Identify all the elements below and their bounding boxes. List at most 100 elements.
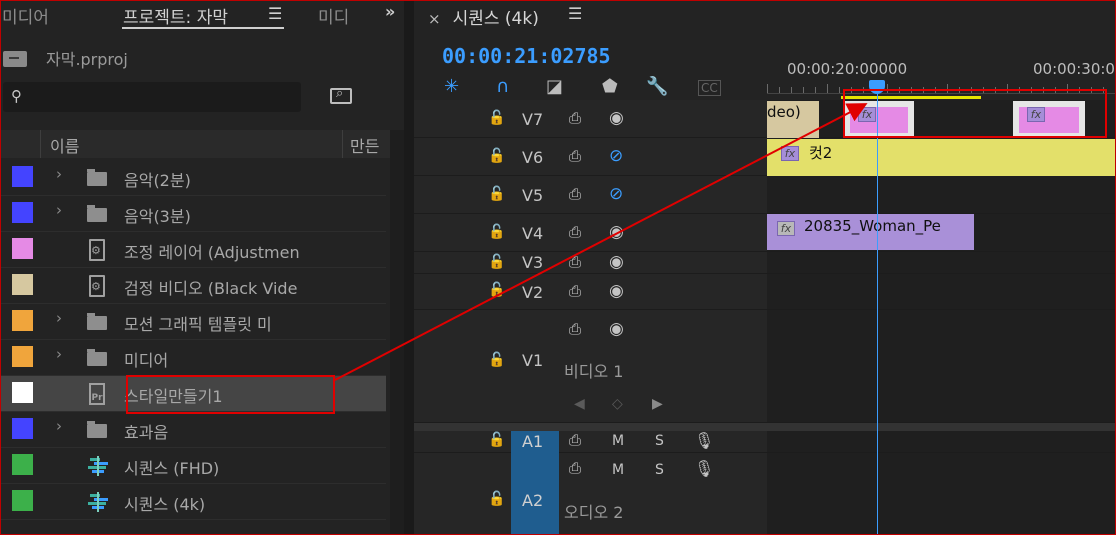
track-area-v1[interactable] [767, 310, 1116, 423]
track-area-v2[interactable] [767, 274, 1116, 310]
lock-icon[interactable]: 🔓 [488, 432, 505, 448]
solo-button[interactable]: S [655, 433, 664, 449]
add-keyframe-icon[interactable]: ◇ [612, 396, 623, 412]
eye-icon[interactable]: ◉ [609, 281, 624, 301]
linked-selection-icon[interactable]: ◪ [546, 76, 563, 97]
clip-black-video[interactable]: deo) [767, 101, 819, 139]
film-icon[interactable]: ⎙ [569, 253, 581, 271]
film-icon[interactable]: ⎙ [569, 282, 581, 300]
column-divider[interactable] [342, 130, 343, 158]
film-icon[interactable]: ⎙ [569, 109, 581, 127]
lock-icon[interactable]: 🔓 [488, 491, 505, 507]
search-input[interactable]: ⚲ [3, 82, 301, 112]
track-header-v1: ⎙ ◉ 🔓 V1 비디오 1 ◀ ◇ ▶ [414, 310, 767, 423]
label-color-swatch[interactable] [12, 166, 33, 187]
project-item[interactable]: › 모션 그래픽 템플릿 미 [0, 304, 386, 340]
column-created[interactable]: 만든 [350, 133, 379, 157]
mute-button[interactable]: M [612, 433, 624, 449]
label-color-swatch[interactable] [12, 310, 33, 331]
lock-icon[interactable]: 🔓 [488, 224, 505, 240]
project-file-name: 자막.prproj [46, 50, 128, 69]
lock-icon[interactable]: 🔓 [488, 282, 505, 298]
video-audio-divider[interactable] [414, 423, 1116, 431]
lock-icon[interactable]: 🔓 [488, 186, 505, 202]
label-color-swatch[interactable] [12, 238, 33, 259]
film-icon[interactable]: ⎙ [569, 147, 581, 165]
project-item[interactable]: 조정 레이어 (Adjustmen [0, 232, 386, 268]
panel-menu-icon[interactable]: ☰ [268, 4, 282, 23]
nest-snap-icon[interactable]: ✳ [444, 76, 459, 97]
tab-media[interactable]: 미디어 [2, 3, 49, 28]
chevron-right-icon[interactable]: › [56, 201, 62, 219]
item-label: 검정 비디오 (Black Vide [124, 279, 298, 298]
label-color-swatch[interactable] [12, 490, 33, 511]
project-item[interactable]: 시퀀스 (4k) [0, 484, 386, 520]
premiere-project-icon: Pr [89, 383, 105, 405]
close-icon[interactable]: × [428, 10, 441, 28]
magnet-snap-icon[interactable]: ∩ [496, 76, 509, 97]
track-area-v4[interactable]: fx 20835_Woman_Pe [767, 214, 1116, 252]
label-color-swatch[interactable] [12, 454, 33, 475]
label-color-swatch[interactable] [12, 418, 33, 439]
scrollbar[interactable] [390, 130, 404, 535]
mute-button[interactable]: M [612, 462, 624, 478]
project-item[interactable]: › 미디어 [0, 340, 386, 376]
track-area-v3[interactable] [767, 252, 1116, 274]
tab-media-2[interactable]: 미디 [318, 3, 349, 28]
add-marker-icon[interactable]: ⬟ [602, 76, 618, 97]
chevron-right-icon[interactable]: › [56, 417, 62, 435]
project-bin-icon[interactable] [3, 51, 27, 67]
film-icon[interactable]: ⎙ [569, 431, 581, 449]
solo-button[interactable]: S [655, 462, 664, 478]
project-item[interactable]: › 효과음 [0, 412, 386, 448]
project-item[interactable]: 검정 비디오 (Black Vide [0, 268, 386, 304]
track-area-a2[interactable] [767, 453, 1116, 535]
project-item[interactable]: › 음악(3분) [0, 196, 386, 232]
mic-icon[interactable]: 🎙 [694, 459, 714, 478]
track-header-v7: 🔓 V7 ⎙ ◉ [414, 100, 767, 138]
track-area-v5[interactable] [767, 176, 1116, 214]
wrench-settings-icon[interactable]: 🔧 [646, 76, 668, 97]
project-item[interactable]: › 음악(2분) [0, 160, 386, 196]
lock-icon[interactable]: 🔓 [488, 148, 505, 164]
label-color-swatch[interactable] [12, 346, 33, 367]
lock-icon[interactable]: 🔓 [488, 254, 505, 270]
eye-icon[interactable]: ◉ [609, 319, 624, 339]
label-color-swatch[interactable] [12, 274, 33, 295]
eye-hidden-icon[interactable]: ⊘ [609, 146, 623, 166]
film-icon[interactable]: ⎙ [569, 223, 581, 241]
track-area-v6[interactable]: fx 컷2 [767, 138, 1116, 177]
mic-icon[interactable]: 🎙 [694, 431, 714, 450]
label-color-swatch[interactable] [12, 382, 33, 403]
clip-graphic[interactable]: fx 컷2 [767, 139, 1116, 177]
eye-icon[interactable]: ◉ [609, 222, 624, 242]
eye-hidden-icon[interactable]: ⊘ [609, 184, 623, 204]
chevron-right-icon[interactable]: › [56, 309, 62, 327]
column-name[interactable]: 이름 [50, 133, 79, 157]
captions-icon[interactable]: CC [698, 80, 721, 96]
film-icon[interactable]: ⎙ [569, 459, 581, 477]
film-icon[interactable]: ⎙ [569, 185, 581, 203]
next-keyframe-icon[interactable]: ▶ [652, 396, 663, 412]
prev-keyframe-icon[interactable]: ◀ [574, 396, 585, 412]
eye-icon[interactable]: ◉ [609, 252, 624, 272]
film-icon[interactable]: ⎙ [569, 320, 581, 338]
track-area-a1[interactable] [767, 431, 1116, 453]
more-panels-icon[interactable]: » [385, 2, 395, 21]
eye-icon[interactable]: ◉ [609, 108, 624, 128]
track-name: V3 [522, 253, 544, 272]
chevron-right-icon[interactable]: › [56, 345, 62, 363]
lock-icon[interactable]: 🔓 [488, 110, 505, 126]
project-item[interactable]: 시퀀스 (FHD) [0, 448, 386, 484]
chevron-right-icon[interactable]: › [56, 165, 62, 183]
time-ruler[interactable]: 00:00:20:00000 00:00:30:0 [767, 58, 1116, 82]
lock-icon[interactable]: 🔓 [488, 352, 505, 368]
playhead-timecode[interactable]: 00:00:21:02785 [442, 44, 611, 68]
sequence-menu-icon[interactable]: ☰ [568, 4, 582, 23]
playhead-line[interactable] [877, 94, 878, 535]
sequence-tab[interactable]: × 시퀀스 (4k) [428, 4, 539, 29]
label-color-swatch[interactable] [12, 202, 33, 223]
tab-project[interactable]: 프로젝트: 자막 [123, 3, 228, 28]
clip-video[interactable]: fx 20835_Woman_Pe [767, 214, 974, 250]
find-bin-icon[interactable] [330, 86, 352, 104]
